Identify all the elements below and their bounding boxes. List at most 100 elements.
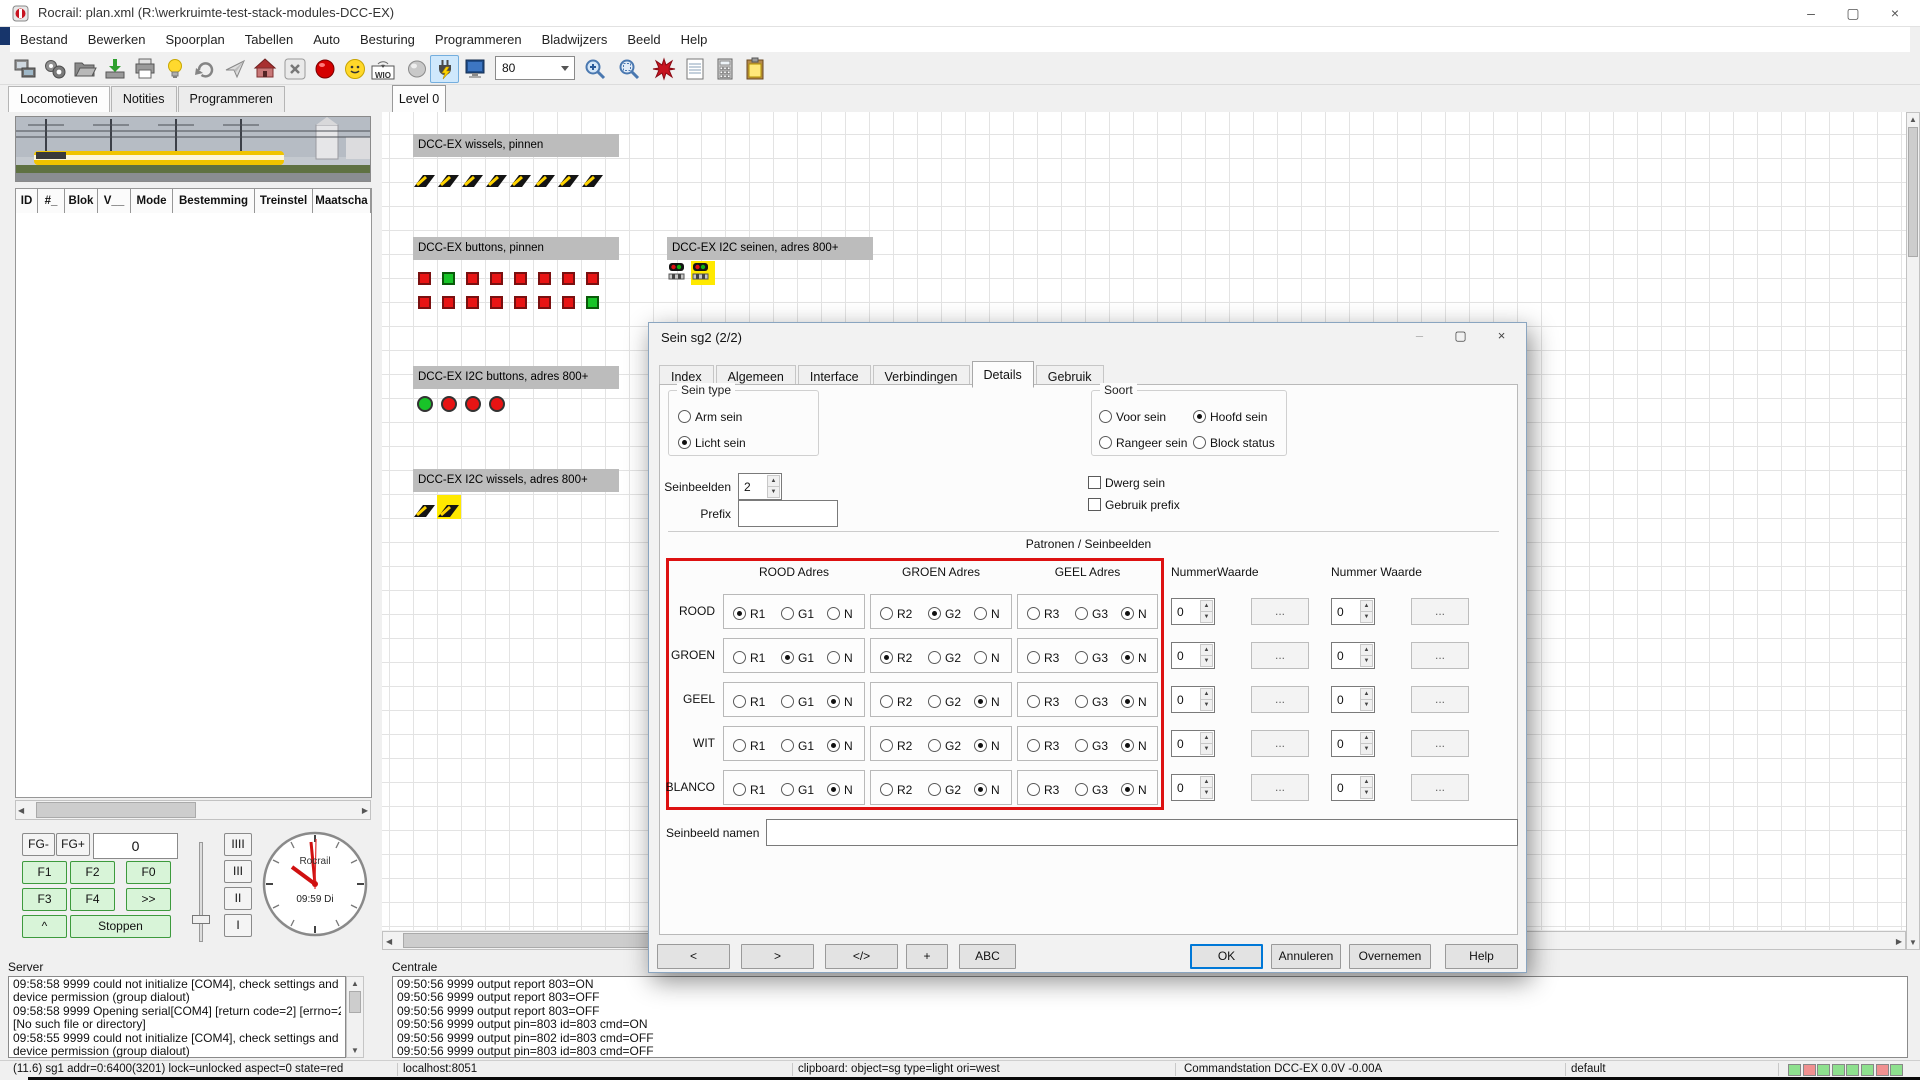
radio-selected[interactable] (827, 695, 840, 708)
dialog-maximize-icon[interactable]: ▢ (1440, 325, 1481, 347)
menu-item-auto[interactable]: Auto (303, 32, 350, 47)
spin-down-icon[interactable]: ▼ (1200, 611, 1213, 623)
radio-unselected[interactable] (928, 739, 941, 752)
radio-unselected[interactable] (928, 783, 941, 796)
workstation-icon[interactable] (10, 55, 39, 83)
tab-programmeren[interactable]: Programmeren (178, 86, 285, 112)
radio-unselected[interactable] (1027, 651, 1040, 664)
radio-unselected[interactable] (781, 739, 794, 752)
pattern-radio-wit-n[interactable]: N (1121, 737, 1147, 755)
delete-icon[interactable] (280, 55, 309, 83)
pattern-radio-rood-g2[interactable]: G2 (928, 605, 961, 623)
radio-unselected[interactable] (827, 651, 840, 664)
radio-unselected[interactable] (1099, 410, 1112, 423)
accessory-icon[interactable] (649, 55, 678, 83)
column-header-mode[interactable]: Mode (131, 189, 173, 213)
tab-notities[interactable]: Notities (111, 86, 177, 112)
pattern-radio-geel-r2[interactable]: R2 (880, 693, 912, 711)
radio-selected[interactable] (974, 695, 987, 708)
pattern-radio-blanco-r3[interactable]: R3 (1027, 781, 1059, 799)
turnout-symbol[interactable] (437, 165, 461, 189)
pattern-radio-wit-g3[interactable]: G3 (1075, 737, 1108, 755)
pattern-radio-wit-r1[interactable]: R1 (733, 737, 765, 755)
menu-item-bewerken[interactable]: Bewerken (78, 32, 156, 47)
spin-down-icon[interactable]: ▼ (1360, 787, 1373, 799)
number-value-spinner[interactable]: 0▲▼ (1331, 774, 1375, 801)
dialog-close-icon[interactable]: × (1481, 325, 1522, 347)
import-icon[interactable] (100, 55, 129, 83)
speed-step-button-4[interactable]: IIII (224, 833, 252, 856)
radio-unselected[interactable] (928, 651, 941, 664)
push-button-symbol-red[interactable] (466, 296, 479, 309)
pattern-radio-rood-r3[interactable]: R3 (1027, 605, 1059, 623)
pattern-radio-blanco-n[interactable]: N (1121, 781, 1147, 799)
checkbox-unchecked[interactable] (1088, 476, 1101, 489)
pattern-radio-rood-n[interactable]: N (1121, 605, 1147, 623)
checkbox-dwerg-sein[interactable]: Dwerg sein (1088, 474, 1165, 492)
i2c-button-symbol-red[interactable] (441, 396, 457, 412)
push-button-symbol-red[interactable] (418, 272, 431, 285)
spin-down-icon[interactable]: ▼ (1200, 655, 1213, 667)
radio-unselected[interactable] (1027, 783, 1040, 796)
pattern-radio-blanco-g1[interactable]: G1 (781, 781, 814, 799)
pattern-radio-geel-g1[interactable]: G1 (781, 693, 814, 711)
push-button-symbol-red[interactable] (490, 272, 503, 285)
pattern-radio-blanco-n[interactable]: N (974, 781, 1000, 799)
radio-selected[interactable] (1121, 651, 1134, 664)
pattern-radio-wit-g1[interactable]: G1 (781, 737, 814, 755)
pattern-radio-geel-n[interactable]: N (827, 693, 853, 711)
pattern-radio-rood-g1[interactable]: G1 (781, 605, 814, 623)
column-header-bestemming[interactable]: Bestemming (173, 189, 255, 213)
radio-selected[interactable] (1193, 410, 1206, 423)
radio-selected[interactable] (928, 607, 941, 620)
checkbox-gebruik-prefix[interactable]: Gebruik prefix (1088, 496, 1180, 514)
close-icon[interactable]: × (1874, 0, 1916, 27)
nav-button-1[interactable]: < (657, 944, 730, 969)
radio-unselected[interactable] (827, 607, 840, 620)
spin-down-icon[interactable]: ▼ (1200, 787, 1213, 799)
pattern-radio-geel-g2[interactable]: G2 (928, 693, 961, 711)
pattern-radio-geel-r3[interactable]: R3 (1027, 693, 1059, 711)
radio-selected[interactable] (678, 436, 691, 449)
speed-slider-thumb[interactable] (192, 915, 210, 924)
maximize-icon[interactable]: ▢ (1832, 0, 1874, 27)
push-button-symbol-green[interactable] (442, 272, 455, 285)
turnout-symbol[interactable] (413, 495, 437, 519)
push-button-symbol-red[interactable] (490, 296, 503, 309)
pattern-radio-wit-r2[interactable]: R2 (880, 737, 912, 755)
number-value-spinner[interactable]: 0▲▼ (1331, 642, 1375, 669)
radio-unselected[interactable] (1027, 695, 1040, 708)
spin-down-icon[interactable]: ▼ (1360, 699, 1373, 711)
pattern-radio-groen-n[interactable]: N (827, 649, 853, 667)
speed-step-button-3[interactable]: III (224, 860, 252, 883)
column-header-blok[interactable]: Blok (65, 189, 98, 213)
push-button-symbol-red[interactable] (514, 272, 527, 285)
radio-unselected[interactable] (880, 783, 893, 796)
browse-button[interactable]: ... (1251, 598, 1309, 625)
column-header-maatscha[interactable]: Maatscha (313, 189, 371, 213)
pattern-radio-rood-g3[interactable]: G3 (1075, 605, 1108, 623)
soort-option-hoofd-sein[interactable]: Hoofd sein (1193, 408, 1267, 426)
print-icon[interactable] (130, 55, 159, 83)
number-value-spinner[interactable]: 0▲▼ (1171, 774, 1215, 801)
scroll-down-icon[interactable]: ▼ (351, 1046, 359, 1055)
radio-unselected[interactable] (733, 739, 746, 752)
open-icon[interactable] (70, 55, 99, 83)
radio-selected[interactable] (781, 651, 794, 664)
canvas-vscrollbar[interactable]: ▲ ▼ (1906, 112, 1920, 950)
radio-unselected[interactable] (1027, 607, 1040, 620)
sein-type-option-arm-sein[interactable]: Arm sein (678, 408, 742, 426)
pattern-radio-blanco-r1[interactable]: R1 (733, 781, 765, 799)
centrale-log[interactable]: 09:50:56 9999 output report 803=ON09:50:… (392, 976, 1908, 1058)
radio-unselected[interactable] (733, 783, 746, 796)
number-value-spinner[interactable]: 0▲▼ (1331, 686, 1375, 713)
pattern-radio-groen-n[interactable]: N (974, 649, 1000, 667)
function-button-f1[interactable]: F1 (22, 861, 67, 884)
stop-button[interactable]: Stoppen (70, 915, 171, 938)
push-button-symbol-red[interactable] (562, 272, 575, 285)
radio-unselected[interactable] (880, 739, 893, 752)
browse-button[interactable]: ... (1411, 774, 1469, 801)
scroll-left-icon[interactable]: ◀ (18, 806, 24, 815)
spin-down-icon[interactable]: ▼ (1200, 743, 1213, 755)
fg-minus-button[interactable]: FG- (22, 833, 55, 856)
